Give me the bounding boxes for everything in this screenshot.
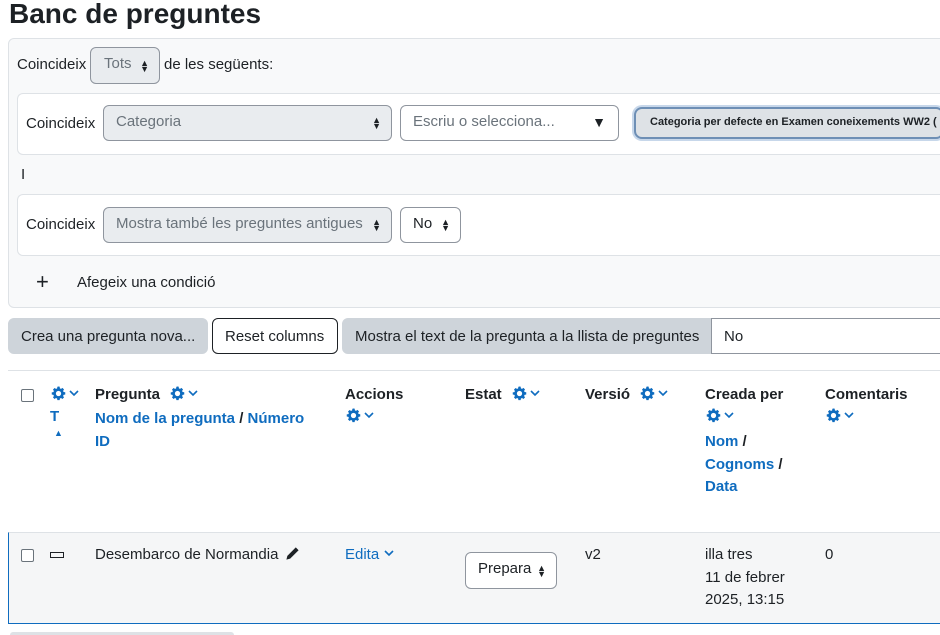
chevron-down-icon (844, 412, 854, 418)
updown-icon: ▲ ▼ (140, 57, 149, 74)
selected-category-chip[interactable]: Categoria per defecte en Examen coneixem… (634, 107, 940, 139)
gear-icon (170, 386, 185, 401)
select-all-checkbox[interactable] (21, 389, 34, 402)
sort-asc-icon: ▲ (54, 428, 63, 438)
row-select-checkbox[interactable] (21, 549, 34, 562)
table-top-border (8, 370, 940, 371)
sort-by-name-link[interactable]: Nom de la pregunta (95, 410, 235, 427)
gear-icon (640, 386, 655, 401)
created-time: 2025, 13:15 (705, 591, 785, 608)
sort-by-idnumber-link[interactable]: Número (248, 410, 305, 427)
sort-by-lastname-link[interactable]: Cognoms (705, 456, 774, 473)
chevron-down-icon (364, 412, 374, 418)
hidden-questions-select[interactable]: No ▲ ▼ (400, 207, 461, 243)
question-name-cell: Desembarco de Normandia (95, 544, 300, 567)
condition-label: Coincideix (26, 115, 96, 132)
create-question-button[interactable]: Crea una pregunta nova... (8, 318, 208, 354)
creator-cell: illa tres 11 de febrer 2025, 13:15 (705, 544, 785, 612)
updown-icon: ▲ ▼ (372, 217, 381, 233)
category-search-input[interactable]: Escriu o selecciona... ▼ (400, 105, 619, 141)
updown-icon: ▲ ▼ (537, 562, 546, 579)
chevron-down-icon (658, 390, 669, 396)
creator-sort-links: Nom / Cognoms / Data (705, 431, 783, 499)
show-question-text-select[interactable]: No (711, 318, 940, 354)
comments-header-label: Comentaris (825, 386, 908, 403)
hidden-questions-value: No (413, 215, 433, 232)
match-mode-select[interactable]: Tots ▲ ▼ (90, 47, 160, 84)
pencil-icon[interactable] (285, 546, 300, 561)
actions-column-header: Accions (345, 386, 403, 403)
sort-by-firstname-link[interactable]: Nom (705, 433, 738, 450)
gear-icon (346, 408, 361, 423)
page-title: Banc de preguntes (9, 0, 262, 29)
condition-type-value: Mostra també les preguntes antigues (116, 215, 363, 232)
comments-column-settings[interactable] (826, 408, 854, 425)
show-question-text-label: Mostra el text de la pregunta a la llist… (342, 318, 712, 354)
chevron-down-icon (724, 412, 734, 418)
chevron-down-icon (530, 390, 540, 396)
type-sort-link[interactable]: T (50, 408, 59, 425)
created-date: 11 de febrer (705, 568, 785, 586)
chevron-down-icon (69, 390, 79, 396)
reset-columns-button[interactable]: Reset columns (212, 318, 338, 354)
gear-icon (706, 408, 721, 423)
creator-header-label: Creada per (705, 386, 784, 403)
separator: / (239, 410, 244, 427)
actions-column-settings[interactable] (346, 408, 374, 425)
match-suffix-label: de les següents: (164, 56, 274, 73)
version-header-label: Versió (585, 386, 631, 403)
question-sort-links: Nom de la pregunta / Número ID (95, 408, 304, 453)
comments-count-link[interactable]: 0 (825, 544, 833, 567)
question-header-label: Pregunta (95, 386, 161, 403)
add-condition-button[interactable]: Afegeix una condició (77, 274, 215, 291)
chevron-down-icon (384, 550, 395, 556)
sort-by-date-link[interactable]: Data (705, 478, 738, 495)
plus-icon[interactable]: + (36, 269, 49, 295)
version-column-settings[interactable] (640, 386, 669, 403)
separator: / (778, 455, 783, 473)
actions-header-label: Accions (345, 386, 404, 403)
updown-icon: ▲ ▼ (441, 217, 450, 233)
updown-icon: ▲ ▼ (372, 115, 381, 131)
separator: / (742, 433, 747, 450)
version-cell: v2 (585, 546, 601, 563)
edit-menu-label: Edita (345, 546, 380, 563)
question-column-header: Pregunta (95, 386, 198, 403)
match-mode-value: Tots (104, 55, 132, 72)
search-placeholder: Escriu o selecciona... (413, 113, 555, 130)
version-column-header: Versió (585, 386, 669, 403)
join-word: I (21, 166, 26, 183)
question-name: Desembarco de Normandia (95, 546, 279, 563)
type-column-settings[interactable] (51, 386, 79, 403)
status-select[interactable]: Prepara ▲ ▼ (465, 552, 557, 589)
creator-name: illa tres (705, 546, 753, 563)
status-value: Prepara (478, 560, 532, 577)
question-column-settings[interactable] (170, 386, 198, 403)
gear-icon (512, 386, 527, 401)
condition-type-value: Categoria (116, 113, 182, 130)
creator-column-settings[interactable] (706, 408, 734, 425)
chevron-down-icon (188, 390, 198, 396)
condition-label: Coincideix (26, 216, 96, 233)
status-column-settings[interactable] (512, 386, 540, 403)
status-column-header: Estat (465, 386, 540, 403)
comments-column-header: Comentaris (825, 386, 908, 403)
match-prefix-label: Coincideix (17, 56, 87, 73)
condition-type-select[interactable]: Mostra també les preguntes antigues ▲ ▼ (103, 207, 392, 243)
creator-column-header: Creada per (705, 386, 783, 403)
gear-icon (826, 408, 841, 423)
edit-menu[interactable]: Edita (345, 544, 395, 567)
essay-type-icon (50, 552, 64, 558)
dropdown-arrow-icon: ▼ (592, 114, 606, 130)
condition-type-select[interactable]: Categoria ▲ ▼ (103, 105, 392, 141)
sort-by-idnumber-link-cont[interactable]: ID (95, 433, 110, 450)
status-header-label: Estat (465, 386, 502, 403)
gear-icon (51, 386, 66, 401)
